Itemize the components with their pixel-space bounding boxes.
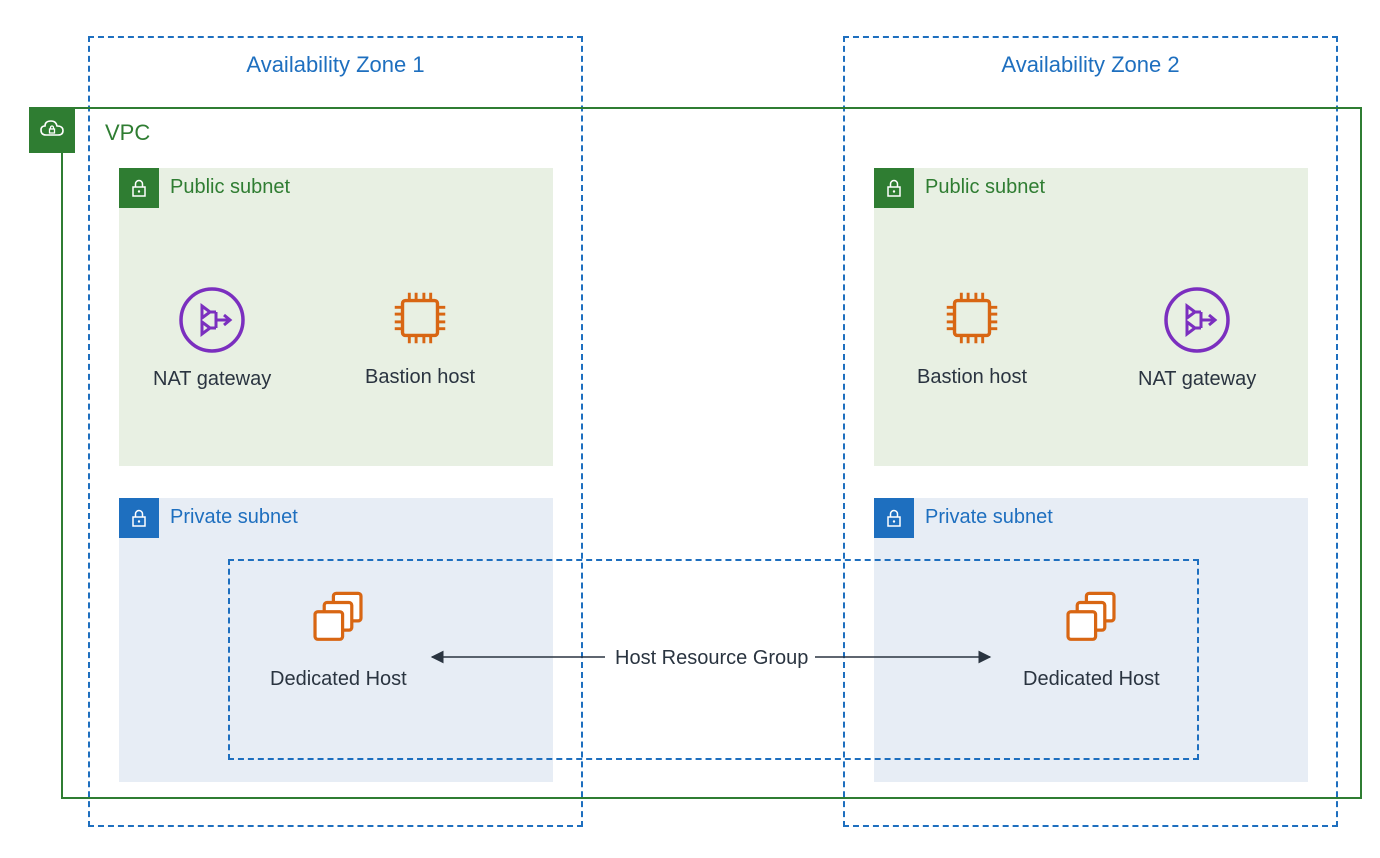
public-subnet-az1-badge xyxy=(119,168,159,208)
lock-icon xyxy=(883,507,905,529)
public-subnet-az2-label: Public subnet xyxy=(925,176,1045,199)
cloud-lock-icon xyxy=(37,115,67,145)
dedicated-host-az2: Dedicated Host xyxy=(1023,586,1160,691)
dedicated-host-az1-label: Dedicated Host xyxy=(270,668,407,691)
vpc-label: VPC xyxy=(105,120,150,146)
private-subnet-az1-label: Private subnet xyxy=(170,506,298,529)
nat-gateway-az1-label: NAT gateway xyxy=(153,368,271,391)
nat-gateway-az1: NAT gateway xyxy=(153,286,271,391)
lock-icon xyxy=(128,177,150,199)
bastion-host-az2: Bastion host xyxy=(917,284,1027,389)
nat-gateway-icon xyxy=(1163,286,1231,354)
cpu-icon xyxy=(938,283,1006,353)
public-subnet-az1-label: Public subnet xyxy=(170,176,290,199)
bastion-host-az1: Bastion host xyxy=(365,284,475,389)
private-subnet-az2-badge xyxy=(874,498,914,538)
availability-zone-1-label: Availability Zone 1 xyxy=(88,52,583,78)
stacked-boxes-icon xyxy=(304,583,372,657)
vpc-badge-icon xyxy=(29,107,75,153)
availability-zone-2-label: Availability Zone 2 xyxy=(843,52,1338,78)
nat-gateway-icon xyxy=(178,286,246,354)
private-subnet-az2-label: Private subnet xyxy=(925,506,1053,529)
lock-icon xyxy=(128,507,150,529)
public-subnet-az2-badge xyxy=(874,168,914,208)
cpu-icon xyxy=(386,283,454,353)
lock-icon xyxy=(883,177,905,199)
host-resource-group-label: Host Resource Group xyxy=(611,645,812,672)
bastion-host-az2-label: Bastion host xyxy=(917,366,1027,389)
dedicated-host-az1: Dedicated Host xyxy=(270,586,407,691)
bastion-host-az1-label: Bastion host xyxy=(365,366,475,389)
nat-gateway-az2-label: NAT gateway xyxy=(1138,368,1256,391)
dedicated-host-az2-label: Dedicated Host xyxy=(1023,668,1160,691)
private-subnet-az1-badge xyxy=(119,498,159,538)
diagram-canvas: Availability Zone 1 Availability Zone 2 … xyxy=(0,0,1380,858)
stacked-boxes-icon xyxy=(1057,583,1125,657)
nat-gateway-az2: NAT gateway xyxy=(1138,286,1256,391)
